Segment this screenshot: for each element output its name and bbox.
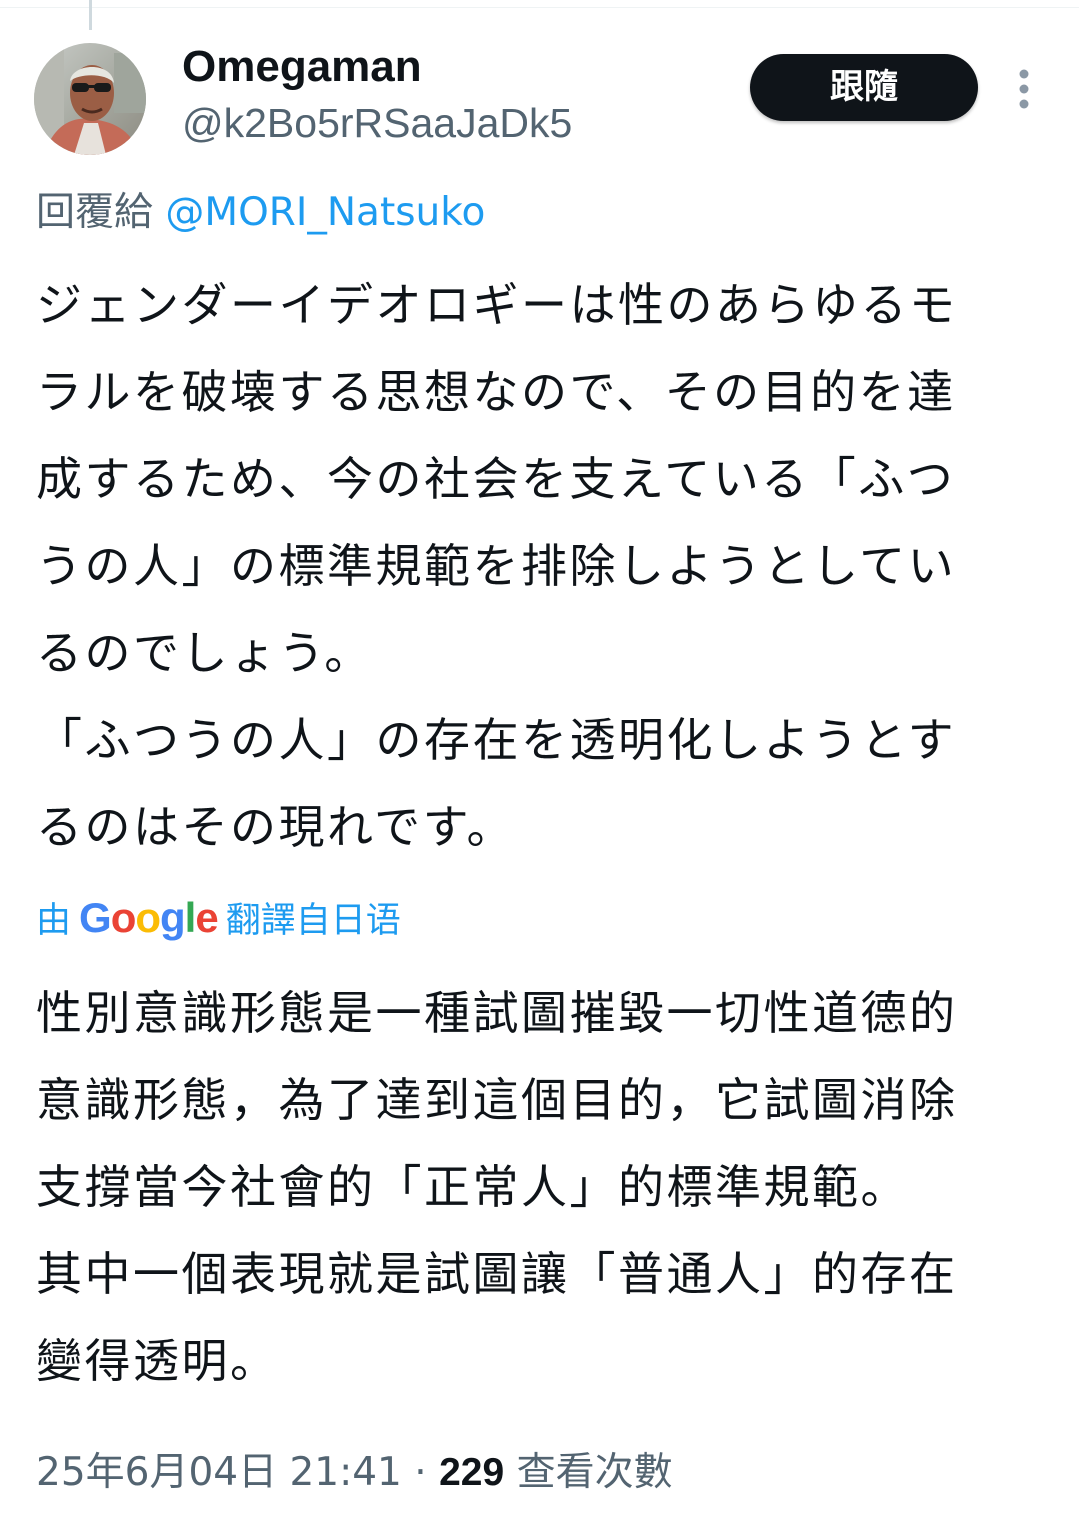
tweet-meta: 25年6月04日 21:41 · 229 查看次數 bbox=[36, 1444, 673, 1502]
author-display-name[interactable]: Omegaman bbox=[182, 40, 422, 94]
reply-label: 回覆給 bbox=[36, 190, 154, 235]
tweet-text-line: ジェンダーイデオロギーは性のあらゆるモ bbox=[36, 278, 958, 332]
tweet-text-line: 「ふつうの人」の存在を透明化しようとす bbox=[36, 713, 957, 767]
more-vertical-icon[interactable] bbox=[1004, 66, 1044, 112]
translated-text-line: 性別意識形態是一種試圖摧毀一切性道德的 bbox=[36, 986, 958, 1040]
profile-photo-icon bbox=[34, 43, 146, 155]
follow-button[interactable]: 跟隨 bbox=[750, 54, 978, 121]
reply-context: 回覆給 @MORI_Natsuko bbox=[36, 186, 485, 240]
views-count: 229 bbox=[439, 1451, 505, 1494]
reply-mention-link[interactable]: @MORI_Natsuko bbox=[165, 190, 485, 235]
author-handle[interactable]: @k2Bo5rRSaaJaDk5 bbox=[182, 96, 572, 150]
tweet-text-line: ラルを破壊する思想なので、その目的を達 bbox=[36, 365, 956, 419]
tweet-text-line: るのはその現れです。 bbox=[36, 800, 516, 854]
translation-attribution[interactable]: 由 Google 翻譯自日语 bbox=[36, 890, 401, 946]
translated-text-line: 其中一個表現就是試圖讓「普通人」的存在 bbox=[36, 1247, 958, 1301]
tweet-text: ジェンダーイデオロギーは性のあらゆるモ ラルを破壊する思想なので、その目的を達 … bbox=[36, 262, 1046, 871]
translated-text-line: 支撐當今社會的「正常人」的標準規範。 bbox=[36, 1160, 909, 1214]
thread-connector-line bbox=[89, 0, 92, 30]
tweet-text-line: うの人」の標準規範を排除しようとしてい bbox=[36, 539, 957, 593]
translation-suffix: 翻譯自日语 bbox=[225, 901, 401, 941]
tweet-text-line: 成するため、今の社会を支えている「ふつ bbox=[36, 452, 956, 506]
avatar[interactable] bbox=[34, 43, 146, 155]
translated-text-line: 意識形態，為了達到這個目的，它試圖消除 bbox=[36, 1073, 958, 1127]
tweet-timestamp[interactable]: 25年6月04日 21:41 bbox=[36, 1450, 402, 1495]
meta-separator: · bbox=[414, 1450, 427, 1495]
translated-text-line: 變得透明。 bbox=[36, 1334, 279, 1388]
tweet-text-line: るのでしょう。 bbox=[36, 626, 373, 680]
views-label: 查看次數 bbox=[516, 1450, 673, 1495]
translated-text: 性別意識形態是一種試圖摧毀一切性道德的 意識形態，為了達到這個目的，它試圖消除 … bbox=[36, 970, 1046, 1405]
translation-prefix: 由 bbox=[36, 901, 72, 941]
top-divider bbox=[0, 7, 1079, 8]
google-logo: Google bbox=[79, 894, 219, 941]
